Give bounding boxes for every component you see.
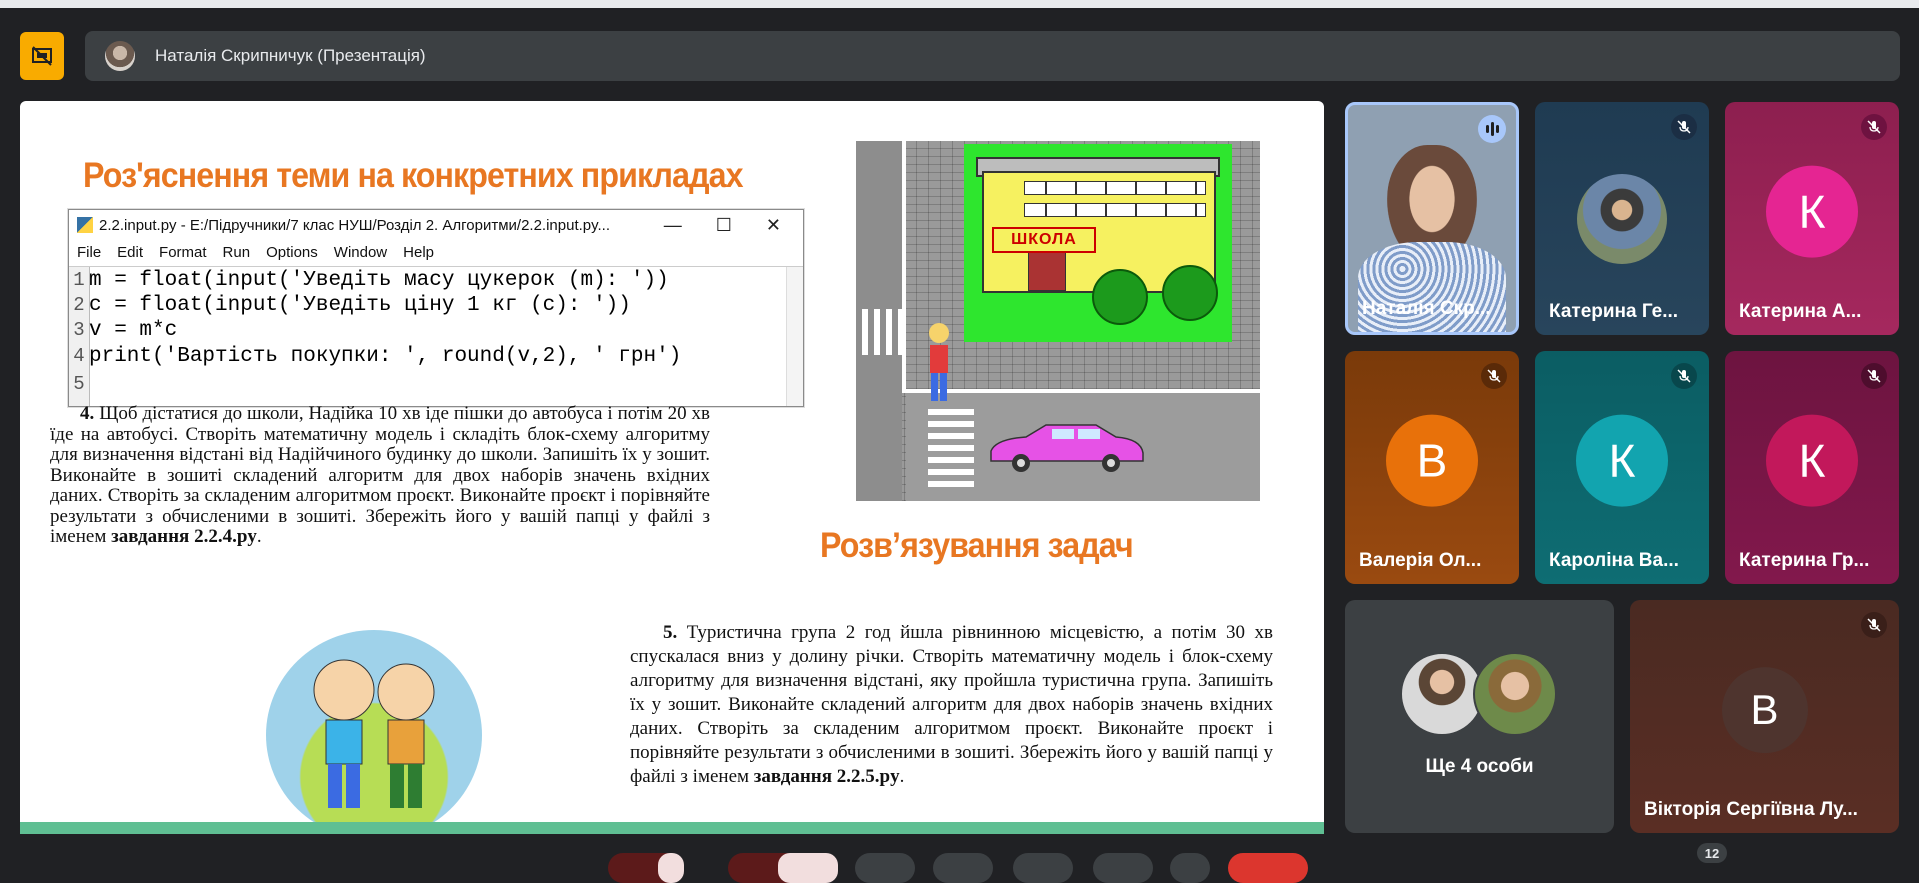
- presenter-avatar: [105, 41, 135, 71]
- mic-toggle[interactable]: [658, 853, 684, 883]
- menu-run: Run: [222, 243, 251, 261]
- participant-tile[interactable]: К Катерина Гр...: [1725, 351, 1899, 584]
- code-line: 2c = float(input('Уведіть ціну 1 кг (c):…: [73, 294, 631, 317]
- participants-count-badge: 12: [1697, 843, 1727, 863]
- presentation-toggle-button[interactable]: [20, 32, 64, 80]
- mic-off-icon: [1861, 612, 1887, 638]
- code-scrollbar: [786, 267, 803, 406]
- present-off-icon: [32, 46, 52, 66]
- participant-tile[interactable]: К Кароліна Ва...: [1535, 351, 1709, 584]
- leave-call-button[interactable]: [1228, 853, 1308, 883]
- close-icon: ✕: [765, 214, 781, 235]
- participant-name: Кароліна Ва...: [1549, 550, 1679, 571]
- mic-off-icon: [1481, 363, 1507, 389]
- mic-off-icon: [1671, 363, 1697, 389]
- speaking-indicator-icon: [1478, 115, 1506, 143]
- kids-illustration: [266, 630, 482, 834]
- avatar: [1473, 652, 1557, 736]
- participant-name: Наталія Скр...: [1362, 298, 1491, 319]
- idle-window: 2.2.input.py - E:/Підручники/7 клас НУШ/…: [68, 209, 804, 407]
- slide-subtitle: Розв’язування задач: [820, 526, 1134, 565]
- avatar: В: [1386, 414, 1478, 507]
- child-figure: [929, 323, 949, 401]
- code-editor: 1m = float(input('Уведіть масу цукерок (…: [69, 266, 803, 406]
- avatar: [1577, 174, 1667, 264]
- idle-titlebar: 2.2.input.py - E:/Підручники/7 клас НУШ/…: [69, 210, 803, 240]
- code-line: 1m = float(input('Уведіть масу цукерок (…: [73, 269, 669, 292]
- car-illustration: [990, 424, 1144, 472]
- present-button[interactable]: [1013, 853, 1073, 883]
- participant-name: Катерина Гр...: [1739, 550, 1870, 571]
- slide-title: Роз'яснення теми на конкретних прикладах: [83, 156, 744, 195]
- participant-name: Катерина Ге...: [1549, 301, 1679, 322]
- more-participants-tile[interactable]: Ще 4 особи: [1345, 600, 1614, 833]
- participant-tile[interactable]: К Катерина А...: [1725, 102, 1899, 335]
- menu-file: File: [77, 243, 102, 261]
- maximize-icon: ☐: [715, 214, 732, 235]
- menu-format: Format: [159, 243, 207, 261]
- slide-bottom-strip: [20, 822, 1324, 834]
- participant-tile[interactable]: В Валерія Ол...: [1345, 351, 1519, 584]
- participant-tile[interactable]: Катерина Ге...: [1535, 102, 1709, 335]
- menu-window: Window: [333, 243, 388, 261]
- code-line: 5: [73, 373, 85, 395]
- menu-edit: Edit: [117, 243, 144, 261]
- participant-name: Валерія Ол...: [1359, 550, 1482, 571]
- mic-off-icon: [1861, 363, 1887, 389]
- raise-hand-button[interactable]: [1093, 853, 1153, 883]
- avatar: К: [1766, 414, 1858, 507]
- python-file-icon: [77, 217, 93, 233]
- idle-menubar: File Edit Format Run Options Window Help: [69, 240, 803, 264]
- participant-tile[interactable]: В Вікторія Сергіївна Лу...: [1630, 600, 1899, 833]
- camera-toggle[interactable]: [778, 853, 838, 883]
- presenter-name: Наталія Скрипничук (Презентація): [155, 46, 426, 65]
- code-line: 4 print('Вартість покупки: ', round(v,2),…: [73, 345, 682, 368]
- captions-button[interactable]: [855, 853, 915, 883]
- idle-window-title: 2.2.input.py - E:/Підручники/7 клас НУШ/…: [99, 216, 611, 234]
- presenter-bar: Наталія Скрипничук (Презентація): [85, 31, 1900, 81]
- task-5-text: 5. Туристична група 2 год йшла рівнинною…: [630, 622, 1274, 787]
- participant-name: Катерина А...: [1739, 301, 1862, 322]
- menu-options: Options: [266, 243, 318, 261]
- more-participants-label: Ще 4 особи: [1425, 756, 1534, 777]
- more-options-button[interactable]: [1170, 853, 1210, 883]
- code-line: 3v = m*c: [73, 319, 178, 342]
- menu-help: Help: [403, 243, 434, 261]
- browser-top-strip: [0, 0, 1919, 10]
- avatar: [1400, 652, 1484, 736]
- task-4-text: 4. Щоб дістатися до школи, Надійка 10 хв…: [50, 403, 710, 547]
- avatar: К: [1766, 165, 1858, 258]
- mic-off-icon: [1671, 114, 1697, 140]
- avatar: В: [1721, 666, 1808, 753]
- participant-name: Вікторія Сергіївна Лу...: [1644, 799, 1858, 820]
- presentation-slide: Роз'яснення теми на конкретних прикладах…: [20, 101, 1324, 834]
- minimize-icon: —: [663, 214, 682, 235]
- school-sign: ШКОЛА: [992, 227, 1096, 253]
- school-illustration: ШКОЛА: [856, 141, 1260, 501]
- avatar: К: [1576, 414, 1668, 507]
- emoji-button[interactable]: [933, 853, 993, 883]
- mic-off-icon: [1861, 114, 1887, 140]
- participant-tile[interactable]: Наталія Скр...: [1345, 102, 1519, 335]
